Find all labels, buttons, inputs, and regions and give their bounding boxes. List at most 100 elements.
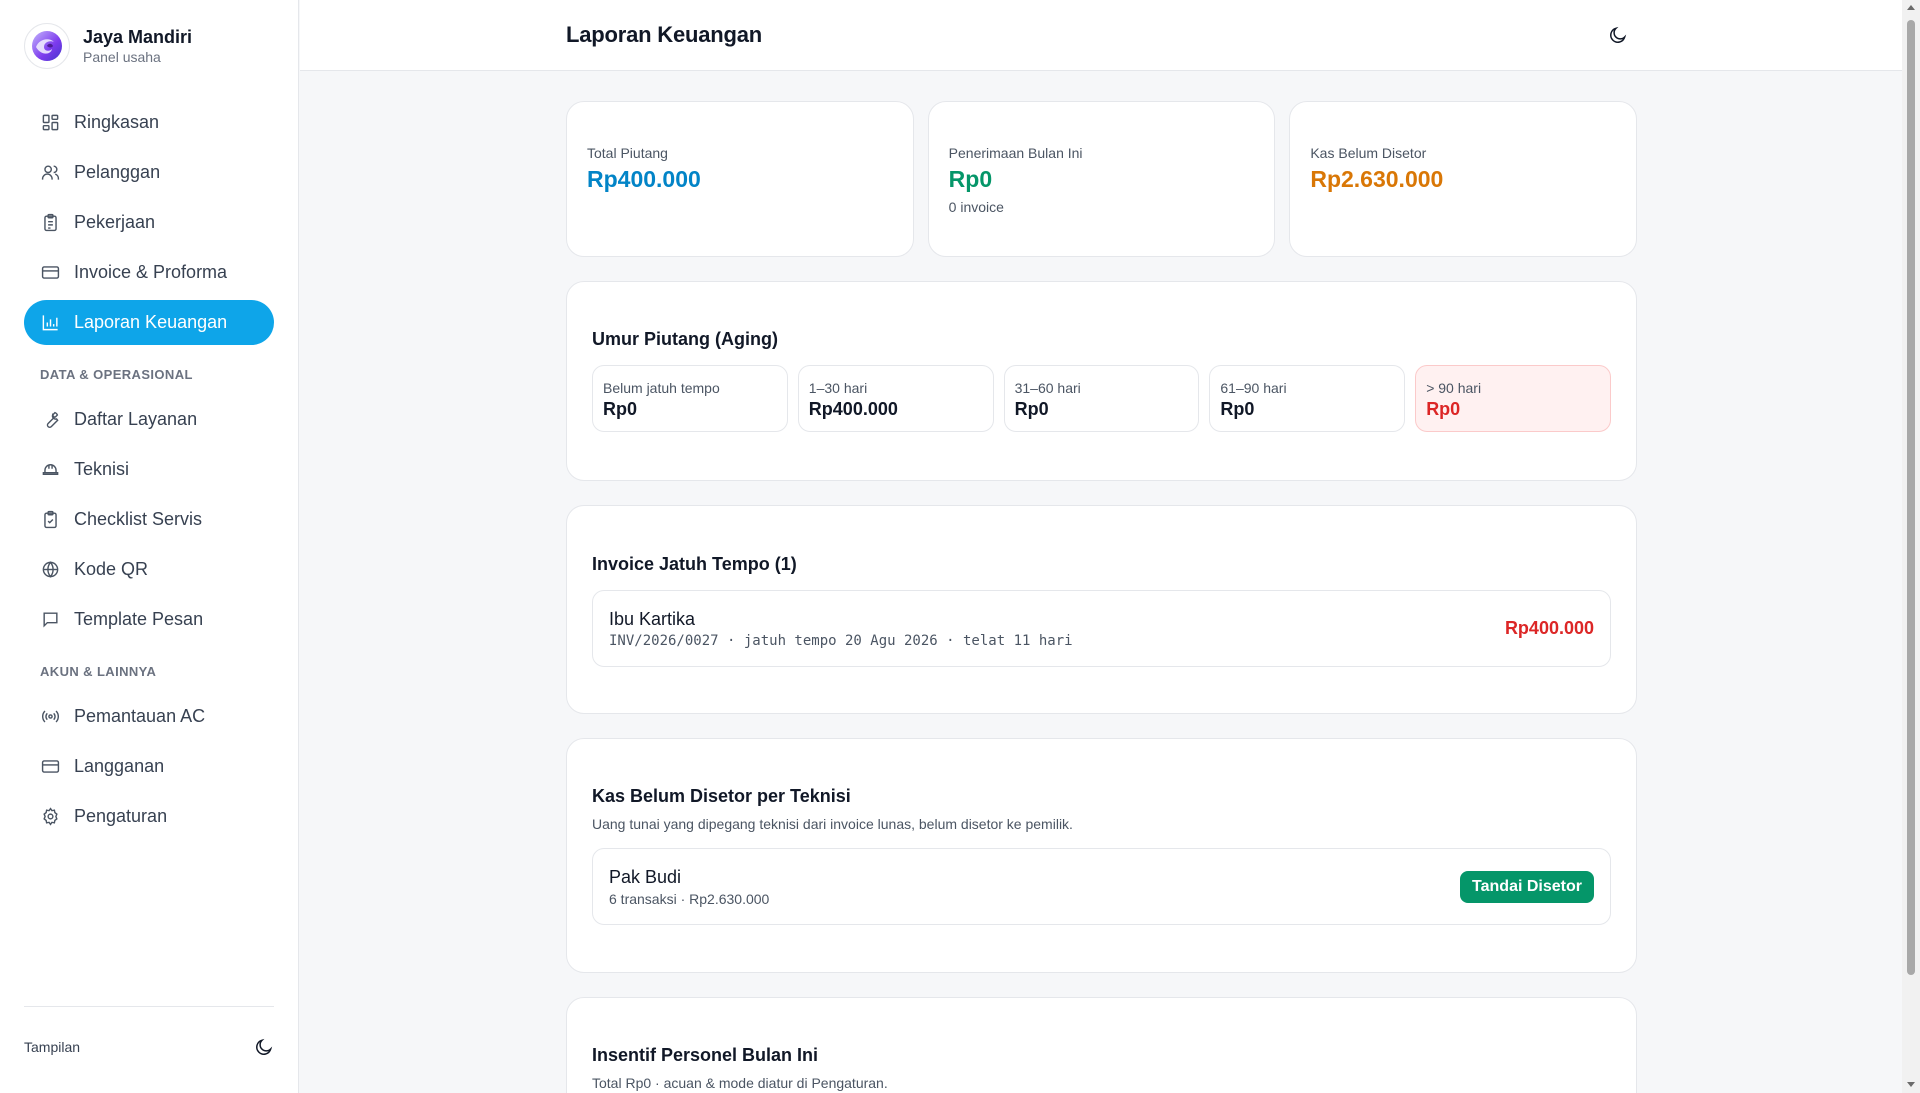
due-invoices-title: Invoice Jatuh Tempo (1) [592, 554, 797, 574]
sidebar-item-label: Pemantauan AC [74, 706, 206, 726]
aging-bucket: 31–60 hari Rp0 [1003, 365, 1200, 432]
dashboard-icon [40, 113, 60, 133]
incentive-description: Total Rp0 · acuan & mode diatur di Penga… [592, 1075, 888, 1091]
aging-value: Rp0 [1426, 399, 1461, 419]
technician-cash-row: Pak Budi 6 transaksi · Rp2.630.000 Tanda… [592, 848, 1611, 925]
stat-label: Penerimaan Bulan Ini [948, 145, 1083, 161]
stat-value: Rp2.630.000 [1310, 166, 1444, 192]
due-invoice-row[interactable]: Ibu Kartika INV/2026/0027 · jatuh tempo … [592, 590, 1611, 667]
page-scrollbar[interactable] [1902, 0, 1920, 1093]
sidebar-item-label: Ringkasan [74, 112, 160, 132]
sidebar-item-laporan-keuangan[interactable]: Laporan Keuangan [24, 300, 274, 345]
sidebar-item-langganan[interactable]: Langganan [24, 744, 274, 789]
sidebar-item-checklist-servis[interactable]: Checklist Servis [24, 497, 274, 542]
clipboard-list-icon [40, 213, 60, 233]
appearance-label: Tampilan [24, 1039, 81, 1055]
invoice-amount: Rp400.000 [1504, 618, 1594, 638]
sidebar-item-invoice[interactable]: Invoice & Proforma [24, 250, 274, 295]
sidebar-item-daftar-layanan[interactable]: Daftar Layanan [24, 397, 274, 442]
stat-card-kas-belum-disetor: Kas Belum Disetor Rp2.630.000 [1289, 101, 1638, 257]
brand-name: Jaya Mandiri [83, 26, 193, 47]
sidebar-item-ringkasan[interactable]: Ringkasan [24, 100, 274, 145]
hard-hat-icon [40, 460, 60, 480]
scroll-down-icon[interactable] [1907, 1082, 1915, 1087]
sidebar-nav: Ringkasan Pelanggan Pekerjaan Invoice & … [24, 100, 274, 844]
cash-description: Uang tunai yang dipegang teknisi dari in… [592, 816, 1073, 832]
wrench-icon [40, 410, 60, 430]
aging-buckets: Belum jatuh tempo Rp0 1–30 hari Rp400.00… [592, 365, 1611, 432]
gear-icon [40, 807, 60, 827]
moon-icon [1608, 25, 1628, 45]
mark-deposited-button[interactable]: Tandai Disetor [1460, 870, 1594, 903]
aging-label: Belum jatuh tempo [603, 380, 720, 396]
stat-value: Rp400.000 [587, 166, 701, 192]
credit-card-icon [40, 263, 60, 283]
page-title: Laporan Keuangan [566, 22, 763, 47]
stat-value: Rp0 [948, 166, 993, 192]
clipboard-check-icon [40, 510, 60, 530]
users-icon [40, 163, 60, 183]
stat-label: Kas Belum Disetor [1310, 145, 1427, 161]
globe-icon [40, 560, 60, 580]
sidebar-item-pengaturan[interactable]: Pengaturan [24, 794, 274, 839]
message-square-icon [40, 610, 60, 630]
sidebar-item-pekerjaan[interactable]: Pekerjaan [24, 200, 274, 245]
aging-card: Umur Piutang (Aging) Belum jatuh tempo R… [566, 281, 1637, 481]
sidebar-item-kode-qr[interactable]: Kode QR [24, 547, 274, 592]
credit-card-icon [40, 757, 60, 777]
sidebar-item-label: Pengaturan [74, 806, 168, 826]
main-content: Total Piutang Rp400.000 Penerimaan Bulan… [566, 101, 1638, 1093]
sidebar-item-label: Langganan [74, 756, 165, 776]
aging-value: Rp0 [1014, 399, 1049, 419]
aging-title: Umur Piutang (Aging) [592, 329, 778, 349]
sidebar-item-label: Pelanggan [74, 162, 161, 182]
stats-row: Total Piutang Rp400.000 Penerimaan Bulan… [566, 101, 1638, 257]
aging-label: 61–90 hari [1220, 380, 1287, 396]
nav-section-data: DATA & OPERASIONAL [40, 367, 193, 382]
sidebar-item-template-pesan[interactable]: Template Pesan [24, 597, 274, 642]
aging-value: Rp0 [1220, 399, 1255, 419]
sidebar-footer: Tampilan [24, 1006, 274, 1057]
sidebar-item-label: Laporan Keuangan [74, 312, 228, 332]
sidebar-item-pemantauan-ac[interactable]: Pemantauan AC [24, 694, 274, 739]
brand[interactable]: Jaya Mandiri Panel usaha [24, 23, 192, 69]
sidebar-item-label: Kode QR [74, 559, 149, 579]
theme-toggle-button[interactable] [1605, 22, 1631, 48]
sidebar-item-label: Pekerjaan [74, 212, 156, 232]
invoice-meta: INV/2026/0027 · jatuh tempo 20 Agu 2026 … [609, 633, 1073, 649]
incentive-title: Insentif Personel Bulan Ini [592, 1045, 819, 1065]
aging-label: 1–30 hari [808, 380, 868, 396]
sidebar-item-label: Template Pesan [74, 609, 204, 629]
due-invoices-card: Invoice Jatuh Tempo (1) Ibu Kartika INV/… [566, 505, 1637, 714]
nav-section-account: AKUN & LAINNYA [40, 664, 157, 679]
cash-per-technician-card: Kas Belum Disetor per Teknisi Uang tunai… [566, 738, 1637, 973]
aging-bucket: 1–30 hari Rp400.000 [797, 365, 994, 432]
sidebar-item-label: Checklist Servis [74, 509, 203, 529]
stat-label: Total Piutang [587, 145, 668, 161]
sidebar-item-label: Daftar Layanan [74, 409, 198, 429]
technician-name: Pak Budi [609, 867, 682, 887]
radio-icon [40, 707, 60, 727]
brand-logo [24, 23, 70, 69]
brand-subtitle: Panel usaha [83, 48, 161, 65]
aging-value: Rp400.000 [808, 399, 898, 419]
cash-title: Kas Belum Disetor per Teknisi [592, 786, 851, 806]
scrollbar-thumb[interactable] [1907, 20, 1915, 975]
stat-card-total-piutang: Total Piutang Rp400.000 [566, 101, 914, 257]
topbar: Laporan Keuangan [300, 0, 1902, 71]
technician-cash-meta: 6 transaksi · Rp2.630.000 [609, 891, 770, 907]
aging-label: > 90 hari [1426, 380, 1482, 396]
moon-icon[interactable] [254, 1037, 274, 1057]
sidebar-item-label: Invoice & Proforma [74, 262, 228, 282]
stat-card-penerimaan: Penerimaan Bulan Ini Rp0 0 invoice [927, 101, 1276, 257]
sidebar: Jaya Mandiri Panel usaha Ringkasan Pelan… [0, 0, 299, 1093]
sidebar-item-pelanggan[interactable]: Pelanggan [24, 150, 274, 195]
bar-chart-icon [40, 313, 60, 333]
customer-name: Ibu Kartika [609, 609, 696, 629]
sidebar-item-teknisi[interactable]: Teknisi [24, 447, 274, 492]
scroll-up-icon[interactable] [1907, 5, 1915, 10]
aging-value: Rp0 [603, 399, 638, 419]
incentive-card: Insentif Personel Bulan Ini Total Rp0 · … [566, 997, 1637, 1093]
aging-bucket: Belum jatuh tempo Rp0 [592, 365, 788, 432]
aging-bucket: 61–90 hari Rp0 [1209, 365, 1406, 432]
